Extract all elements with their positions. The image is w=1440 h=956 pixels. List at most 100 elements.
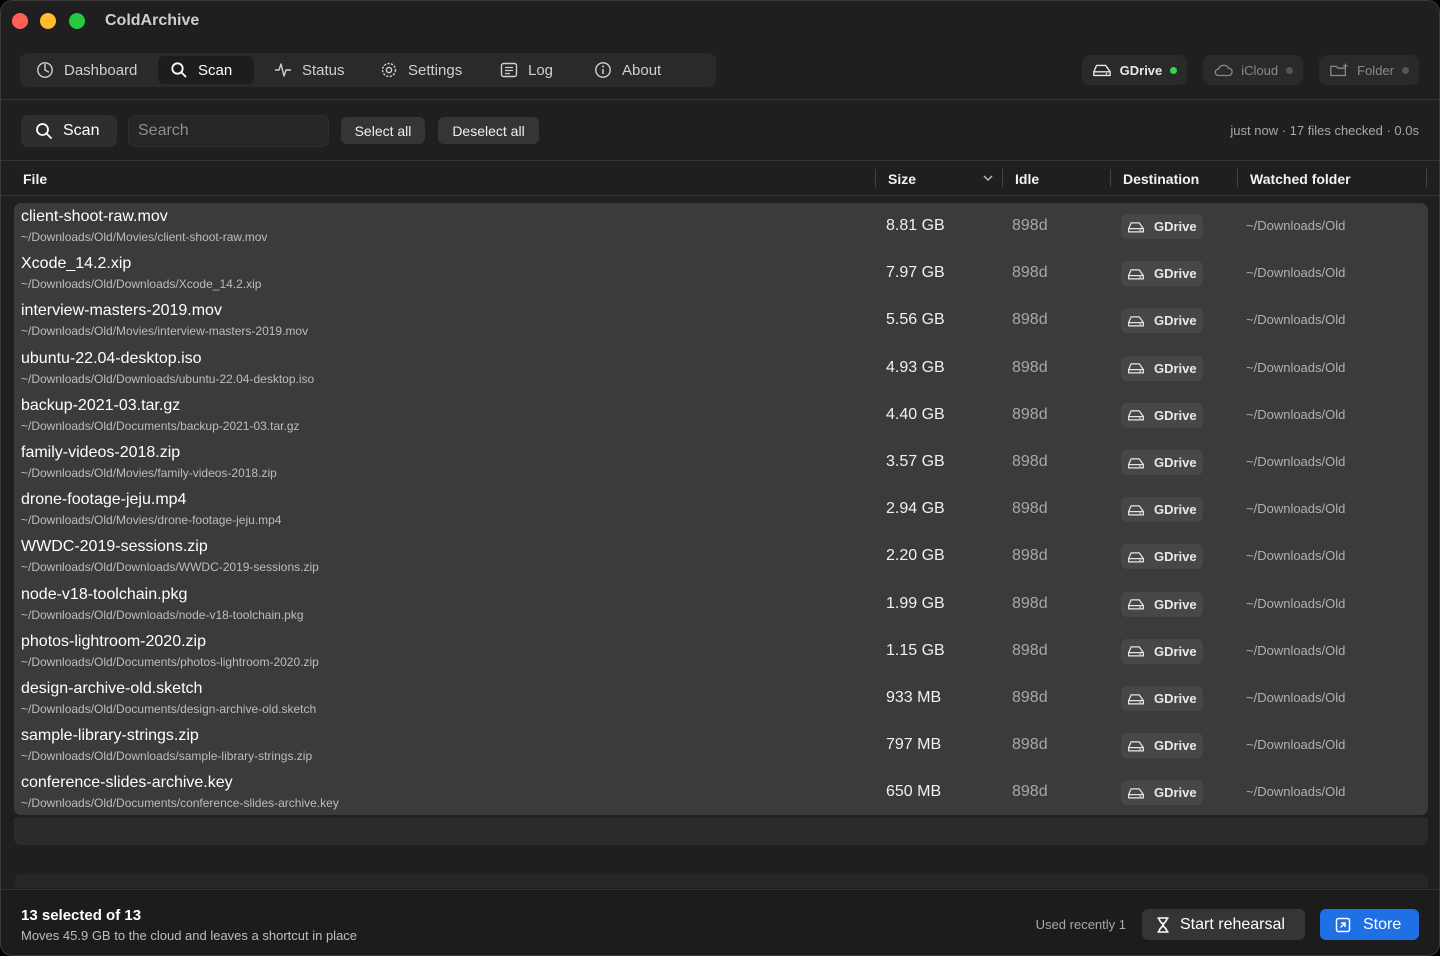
destination-icloud[interactable]: iCloud (1203, 55, 1304, 85)
column-header-destination[interactable]: Destination (1123, 171, 1199, 187)
search-input[interactable] (138, 122, 328, 140)
file-idle: 898d (1012, 405, 1048, 423)
file-idle: 898d (1012, 641, 1048, 659)
store-button[interactable]: Store (1320, 909, 1419, 940)
status-dot (1402, 66, 1409, 74)
destination-badge-label: GDrive (1154, 219, 1197, 234)
destination-badge[interactable]: GDrive (1121, 686, 1203, 711)
table-row[interactable]: family-videos-2018.zip ~/Downloads/Old/Mo… (14, 439, 1428, 486)
file-name: family-videos-2018.zip (21, 444, 181, 461)
table-row[interactable]: backup-2021-03.tar.gz ~/Downloads/Old/Doc… (14, 392, 1428, 439)
start-rehearsal-label: Start rehearsal (1180, 915, 1285, 933)
file-path: ~/Downloads/Old/Downloads/Xcode_14.2.xip (21, 277, 262, 292)
file-size: 797 MB (886, 736, 942, 754)
destination-badge-label: GDrive (1154, 313, 1197, 329)
table-header: File Size Idle Destination Watched folde… (1, 161, 1439, 195)
destination-badge[interactable]: GDrive (1121, 214, 1203, 239)
gauge-icon (36, 61, 54, 79)
destination-badge[interactable]: GDrive (1121, 780, 1203, 806)
table-row[interactable]: drone-footage-jeju.mp4 ~/Downloads/Old/Mo… (14, 486, 1428, 533)
column-separator (1110, 169, 1111, 187)
drive-icon (1127, 267, 1145, 281)
nav-tab-about[interactable]: About (582, 56, 674, 84)
file-name: sample-library-strings.zip (21, 727, 199, 745)
table-row[interactable]: interview-masters-2019.mov ~/Downloads/Ol… (14, 297, 1428, 344)
zoom-window-button[interactable] (69, 13, 85, 29)
start-rehearsal-button[interactable]: Start rehearsal (1142, 909, 1305, 940)
watched-folder: ~/Downloads/Old (1246, 359, 1346, 375)
status-dot (1286, 66, 1294, 74)
file-idle: 898d (1012, 358, 1048, 376)
table-row[interactable]: Xcode_14.2.xip ~/Downloads/Old/Downloads/… (14, 250, 1428, 297)
column-header-file[interactable]: File (23, 171, 47, 187)
destination-badge[interactable]: GDrive (1121, 544, 1203, 570)
file-path: ~/Downloads/Old/Movies/family-videos-201… (21, 466, 277, 480)
watched-folder: ~/Downloads/Old (1246, 548, 1346, 564)
deselect-all-button[interactable]: Deselect all (438, 117, 539, 144)
destination-badge[interactable]: GDrive (1121, 591, 1203, 617)
nav-tab-scan[interactable]: Scan (158, 56, 254, 84)
destination-gdrive[interactable]: GDrive (1081, 55, 1188, 85)
file-path: ~/Downloads/Old/Documents/photos-lightro… (21, 654, 319, 669)
destination-badge-label: GDrive (1154, 407, 1197, 423)
close-window-button[interactable] (12, 13, 28, 29)
nav-tab-dashboard[interactable]: Dashboard (24, 56, 150, 84)
file-idle: 898d (1012, 547, 1048, 565)
file-idle: 898d (1012, 736, 1048, 754)
select-all-button[interactable]: Select all (341, 117, 425, 144)
cloud-icon (1213, 62, 1233, 78)
nav-tab-label: About (622, 61, 662, 79)
table-row[interactable]: node-v18-toolchain.pkg ~/Downloads/Old/Do… (14, 581, 1428, 628)
minimize-window-button[interactable] (40, 13, 56, 29)
file-path: ~/Downloads/Old/Downloads/WWDC-2019-sess… (21, 560, 319, 575)
nav-tab-status[interactable]: Status (262, 56, 360, 84)
destination-badge-label: GDrive (1154, 785, 1197, 801)
table-row[interactable]: design-archive-old.sketch ~/Downloads/Old… (14, 675, 1428, 722)
table-row[interactable]: conference-slides-archive.key ~/Downloads… (14, 769, 1428, 816)
destination-badge[interactable]: GDrive (1121, 733, 1203, 759)
destination-badge[interactable]: GDrive (1121, 450, 1203, 475)
file-name: conference-slides-archive.key (21, 774, 233, 792)
table-row[interactable]: WWDC-2019-sessions.zip ~/Downloads/Old/Do… (14, 533, 1428, 580)
destination-folder[interactable]: Folder (1319, 55, 1419, 85)
column-header-watched-folder[interactable]: Watched folder (1250, 171, 1351, 187)
drive-icon (1127, 503, 1145, 517)
column-header-size[interactable]: Size (888, 171, 916, 187)
destination-badge[interactable]: GDrive (1121, 355, 1203, 381)
watched-folder: ~/Downloads/Old (1246, 737, 1346, 753)
footer-bar: 13 selected of 13 Moves 45.9 GB to the c… (1, 889, 1439, 955)
info-icon (594, 61, 612, 79)
table-row[interactable]: ubuntu-22.04-desktop.iso ~/Downloads/Old/… (14, 345, 1428, 392)
drive-icon (1127, 739, 1145, 753)
watched-folder: ~/Downloads/Old (1246, 642, 1346, 658)
watched-folder: ~/Downloads/Old (1246, 406, 1346, 422)
folder-plus-icon (1329, 62, 1349, 78)
nav-tab-log[interactable]: Log (488, 56, 574, 84)
watched-folder: ~/Downloads/Old (1246, 501, 1346, 517)
nav-tab-settings[interactable]: Settings (368, 56, 480, 84)
file-size: 1.99 GB (886, 594, 945, 612)
search-field[interactable] (128, 115, 329, 147)
destination-badge[interactable]: GDrive (1121, 402, 1203, 428)
scan-button[interactable]: Scan (21, 115, 117, 147)
table-row[interactable]: photos-lightroom-2020.zip ~/Downloads/Old… (14, 628, 1428, 675)
pulse-icon (274, 61, 292, 79)
drive-icon (1127, 361, 1145, 375)
file-size: 650 MB (886, 783, 942, 801)
table-row[interactable]: client-shoot-raw.mov ~/Downloads/Old/Movi… (14, 203, 1428, 250)
file-name: client-shoot-raw.mov (21, 208, 168, 225)
list-icon (500, 61, 518, 79)
file-path: ~/Downloads/Old/Downloads/ubuntu-22.04-d… (21, 371, 315, 386)
app-window: ColdArchive Dashboard Scan Status Settings L… (0, 0, 1440, 956)
destination-badge[interactable]: GDrive (1121, 261, 1203, 287)
file-name: design-archive-old.sketch (21, 680, 203, 697)
column-header-idle[interactable]: Idle (1015, 171, 1039, 187)
file-name: backup-2021-03.tar.gz (21, 396, 181, 414)
destination-badge[interactable]: GDrive (1121, 638, 1203, 664)
table-row[interactable]: sample-library-strings.zip ~/Downloads/Ol… (14, 722, 1428, 769)
file-path: ~/Downloads/Old/Movies/interview-masters… (21, 324, 309, 339)
drive-icon (1127, 456, 1145, 470)
destination-badge[interactable]: GDrive (1121, 497, 1203, 523)
chevron-down-icon[interactable] (983, 175, 993, 182)
destination-badge[interactable]: GDrive (1121, 308, 1203, 334)
